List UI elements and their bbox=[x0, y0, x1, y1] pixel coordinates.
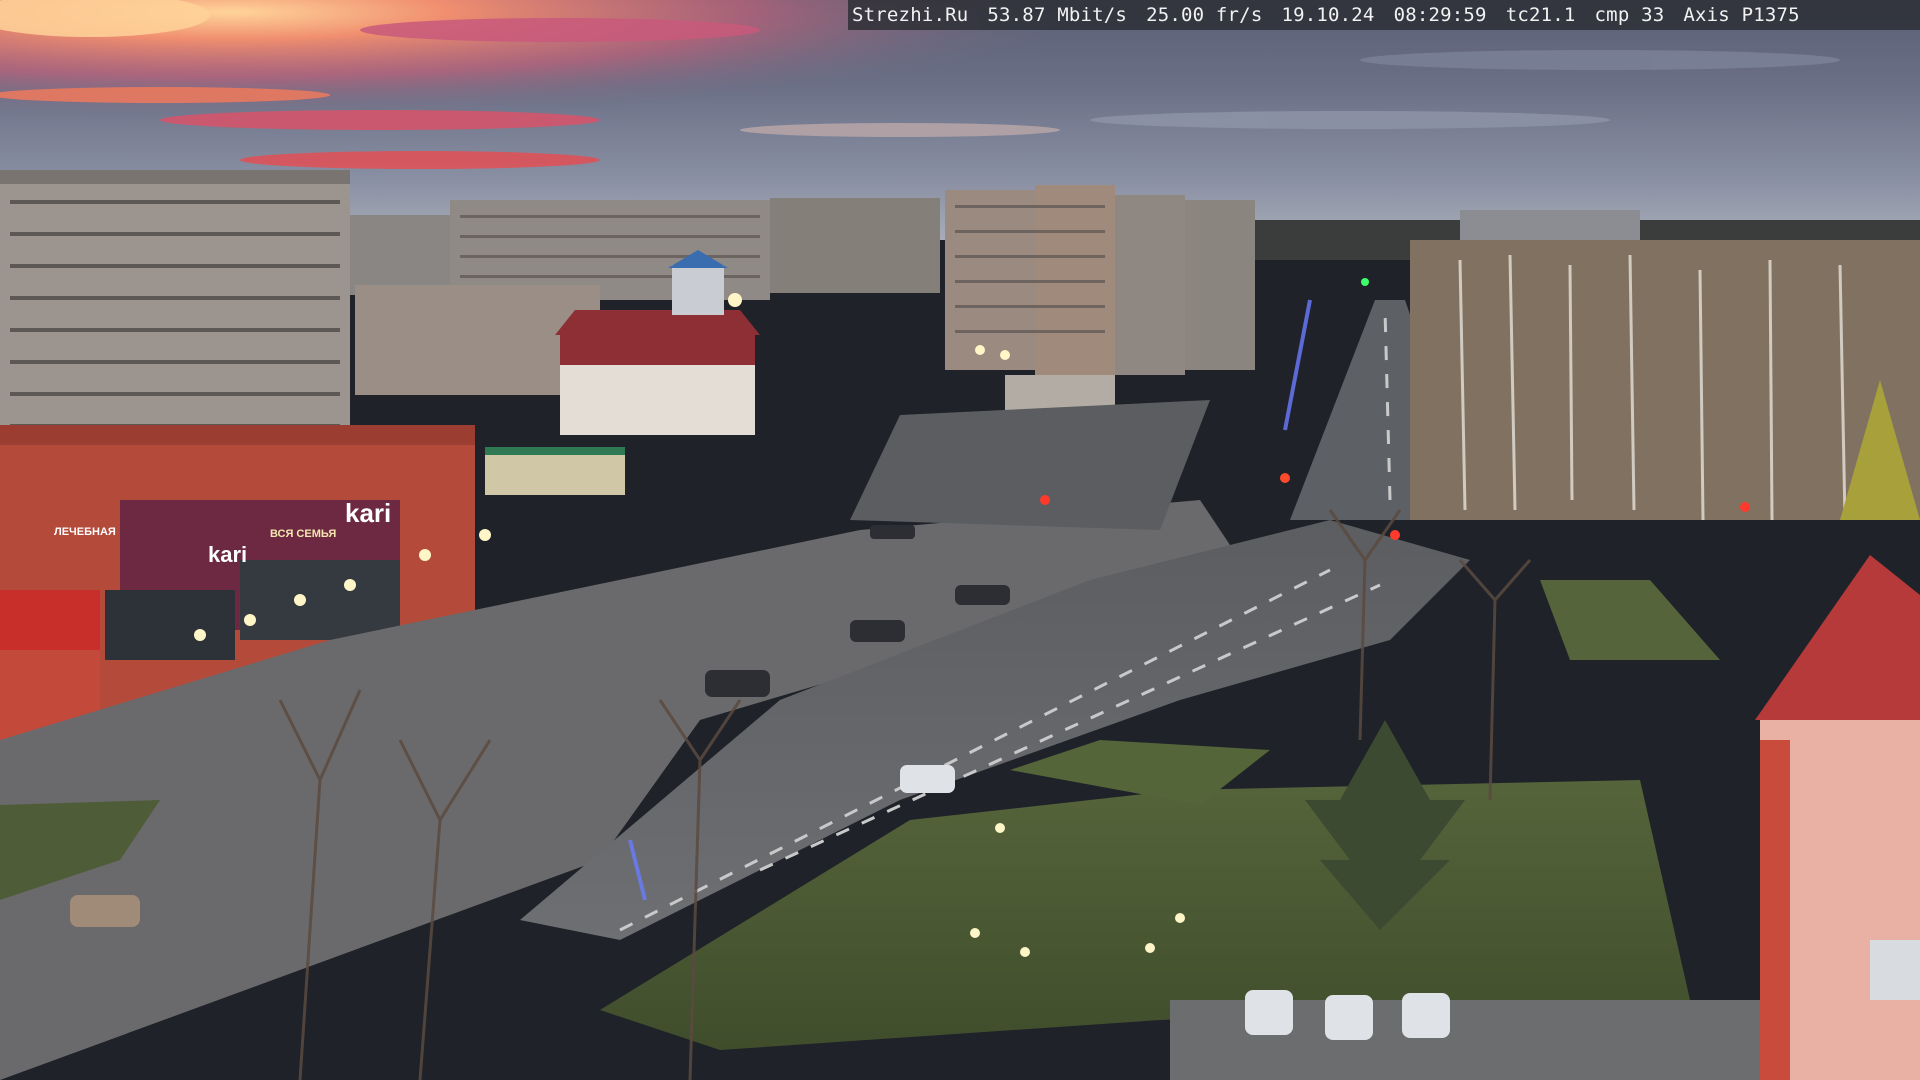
osd-framerate: 25.00 fr/s bbox=[1146, 4, 1263, 26]
osd-bitrate: 53.87 Mbit/s bbox=[987, 4, 1128, 26]
grass-right bbox=[1540, 580, 1720, 660]
distant-building bbox=[1460, 210, 1640, 240]
webcam-city-scene: kari kari ЛЕЧЕБНАЯ ВСЯ СЕМЬЯ bbox=[0, 0, 1920, 1080]
shop-sign-mid: ВСЯ СЕМЬЯ bbox=[270, 528, 336, 540]
birch-forest bbox=[1410, 240, 1920, 521]
red-roof bbox=[555, 310, 760, 335]
osd-time: 08:29:59 bbox=[1393, 4, 1487, 26]
osd-date: 19.10.24 bbox=[1281, 4, 1375, 26]
square-lot bbox=[850, 400, 1210, 530]
camera-osd-overlay: Strezhi.Ru 53.87 Mbit/s 25.00 fr/s 19.10.24… bbox=[848, 0, 1920, 30]
osd-camera-model: Axis P1375 bbox=[1683, 4, 1800, 26]
roofline bbox=[0, 170, 350, 184]
osd-cmp: cmp 33 bbox=[1594, 4, 1665, 26]
blue-roof-tower bbox=[672, 265, 724, 315]
shop-sign-left: ЛЕЧЕБНАЯ bbox=[54, 526, 116, 538]
green-kiosk bbox=[485, 450, 625, 495]
store-logo-sign-lower: kari bbox=[208, 542, 247, 567]
osd-site: Strezhi.Ru bbox=[852, 4, 969, 26]
osd-tc: tc21.1 bbox=[1505, 4, 1576, 26]
pink-building-right bbox=[1755, 555, 1920, 1080]
store-logo-sign: kari bbox=[345, 498, 391, 528]
